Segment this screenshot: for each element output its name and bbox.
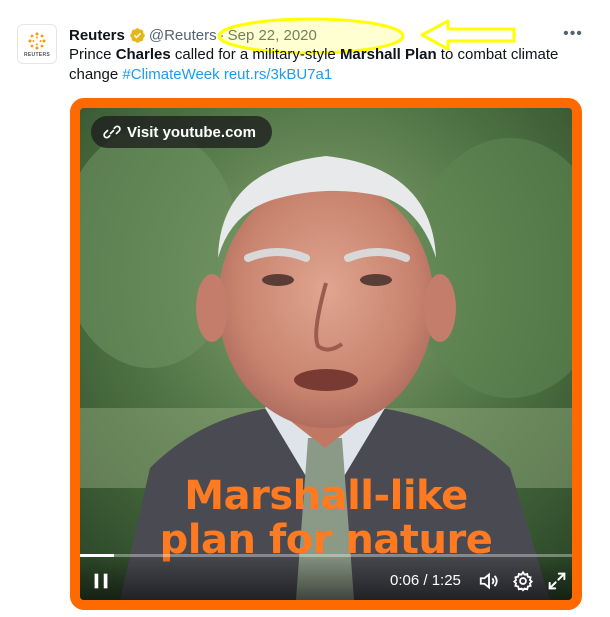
text-bold-charles: Charles [115,46,171,63]
avatar-label: REUTERS [24,51,50,58]
more-icon[interactable]: ••• [563,24,583,44]
gear-icon[interactable] [512,570,534,592]
caption-line-1: Marshall-like [184,473,468,519]
video-player[interactable]: Visit youtube.com Marshall-like plan for… [70,98,582,610]
visit-youtube-button[interactable]: Visit youtube.com [91,116,272,148]
date-wrapper: Sep 22, 2020 [217,17,405,54]
volume-icon[interactable] [478,570,500,592]
text-part: called for a military-style [170,46,340,63]
time-display: 0:06 / 1:25 [390,572,461,589]
progress-fill [80,554,115,557]
fullscreen-icon[interactable] [546,570,568,592]
video-caption: Marshall-like plan for nature [80,474,572,562]
tweet-text: Prince Charles called for a military-sty… [69,45,589,85]
author-name[interactable]: Reuters [69,27,125,44]
reuters-logo-icon [28,32,46,49]
visit-label: Visit youtube.com [127,123,256,141]
author-handle[interactable]: @Reuters [149,27,217,44]
url-link[interactable]: reut.rs/3kBU7a1 [224,66,332,83]
progress-bar[interactable] [80,554,572,557]
video-controls: 0:06 / 1:25 [80,552,572,600]
separator: · [219,26,225,44]
tweet-date[interactable]: Sep 22, 2020 [228,27,317,44]
verified-badge-icon [130,27,145,43]
text-part: Prince [69,46,116,63]
tweet-header: Reuters @Reuters · Sep 22, 2020 [69,17,405,54]
hashtag-link[interactable]: #ClimateWeek [122,66,219,83]
pause-icon[interactable] [90,570,112,592]
text-bold-marshall-plan: Marshall Plan [339,46,437,63]
avatar[interactable]: REUTERS [17,24,57,64]
link-icon [103,125,121,139]
tweet: REUTERS Reuters @Reuters · Sep 22, 2020 … [0,0,610,617]
